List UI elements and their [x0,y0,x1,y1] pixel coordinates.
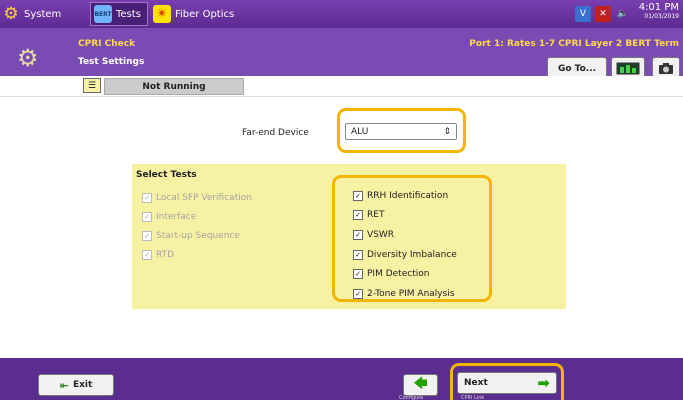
test-label: VSWR [367,230,395,240]
system-tray: V ✕ 🔈 [575,6,631,22]
checkbox-icon: ✓ [142,231,152,241]
next-label: Next [464,378,488,388]
test-2tone-pim-analysis[interactable]: ✓ 2-Tone PIM Analysis [353,289,455,299]
tab-system-label: System [24,8,62,20]
far-end-value: ALU [351,126,369,137]
test-label: RET [367,210,385,220]
far-end-label: Far-end Device [242,128,309,138]
notes-icon[interactable]: ☰ [83,78,101,93]
test-label: PIM Detection [367,269,430,279]
section-title: Test Settings [78,57,145,67]
test-interface: ✓ Interface [142,212,196,222]
clock: 4:01 PM 01/03/2019 [639,2,679,20]
test-rrh-identification[interactable]: ✓ RRH Identification [353,191,448,201]
bert-icon: BERT [94,5,112,23]
status-strip [0,76,683,94]
results-view-icon [616,62,640,75]
checkbox-icon: ✓ [142,193,152,203]
close-icon[interactable]: ✕ [595,6,611,22]
speaker-icon[interactable]: 🔈 [615,6,631,22]
test-label: 2-Tone PIM Analysis [367,289,455,299]
tab-tests-label: Tests [116,8,141,20]
vnc-icon[interactable]: V [575,6,591,22]
checkbox-icon[interactable]: ✓ [353,250,363,260]
next-button[interactable]: Next ➡ [457,372,557,394]
left-arrow-icon: 🡄 [413,376,428,392]
clock-time: 4:01 PM [638,2,679,13]
test-label: Interface [156,212,197,222]
clock-date: 01/03/2019 [644,13,679,20]
checkbox-icon[interactable]: ✓ [353,191,363,201]
camera-icon [659,63,673,74]
test-vswr[interactable]: ✓ VSWR [353,230,394,240]
checkbox-icon: ✓ [142,212,152,222]
far-end-select[interactable]: ALU ⇕ [345,123,457,140]
checkbox-icon[interactable]: ✓ [353,289,363,299]
test-diversity-imbalance[interactable]: ✓ Diversity Imbalance [353,250,457,260]
exit-label: Exit [72,380,93,390]
tab-tests[interactable]: BERT Tests [90,2,148,26]
test-label: Start-up Sequence [156,231,240,241]
test-rtd: ✓ RTD [142,250,174,260]
gear-icon: ⚙ [3,4,19,24]
test-status: Not Running [104,78,244,95]
checkbox-icon[interactable]: ✓ [353,210,363,220]
test-label: RTD [156,250,175,260]
select-tests-heading: Select Tests [136,170,197,180]
settings-gear-icon: ⚙ [17,44,39,72]
test-startup-sequence: ✓ Start-up Sequence [142,231,240,241]
exit-button[interactable]: ⇤ Exit [38,374,114,396]
checkbox-icon[interactable]: ✓ [353,269,363,279]
test-label: Local SFP Verification [156,193,252,203]
page-title: CPRI Check [78,39,136,49]
exit-icon: ⇤ [59,378,69,392]
starburst-icon: ✴ [153,5,171,23]
next-caption: CPRI Link [461,395,485,401]
tab-fiber-optics[interactable]: ✴ Fiber Optics [153,2,234,26]
test-pim-detection[interactable]: ✓ PIM Detection [353,269,429,279]
test-label: Diversity Imbalance [367,250,457,260]
test-label: RRH Identification [367,191,449,201]
back-button[interactable]: 🡄 [403,374,438,396]
port-label: Port 1: Rates 1-7 CPRI Layer 2 BERT Term [469,39,679,49]
checkbox-icon: ✓ [142,250,152,260]
test-ret[interactable]: ✓ RET [353,210,384,220]
test-local-sfp: ✓ Local SFP Verification [142,193,252,203]
tab-system[interactable]: ⚙ System [2,2,61,26]
right-arrow-icon: ➡ [537,374,550,392]
checkbox-icon[interactable]: ✓ [353,230,363,240]
updown-arrow-icon: ⇕ [443,126,451,137]
tab-fiber-optics-label: Fiber Optics [175,8,235,20]
back-caption: Configure [399,395,424,401]
